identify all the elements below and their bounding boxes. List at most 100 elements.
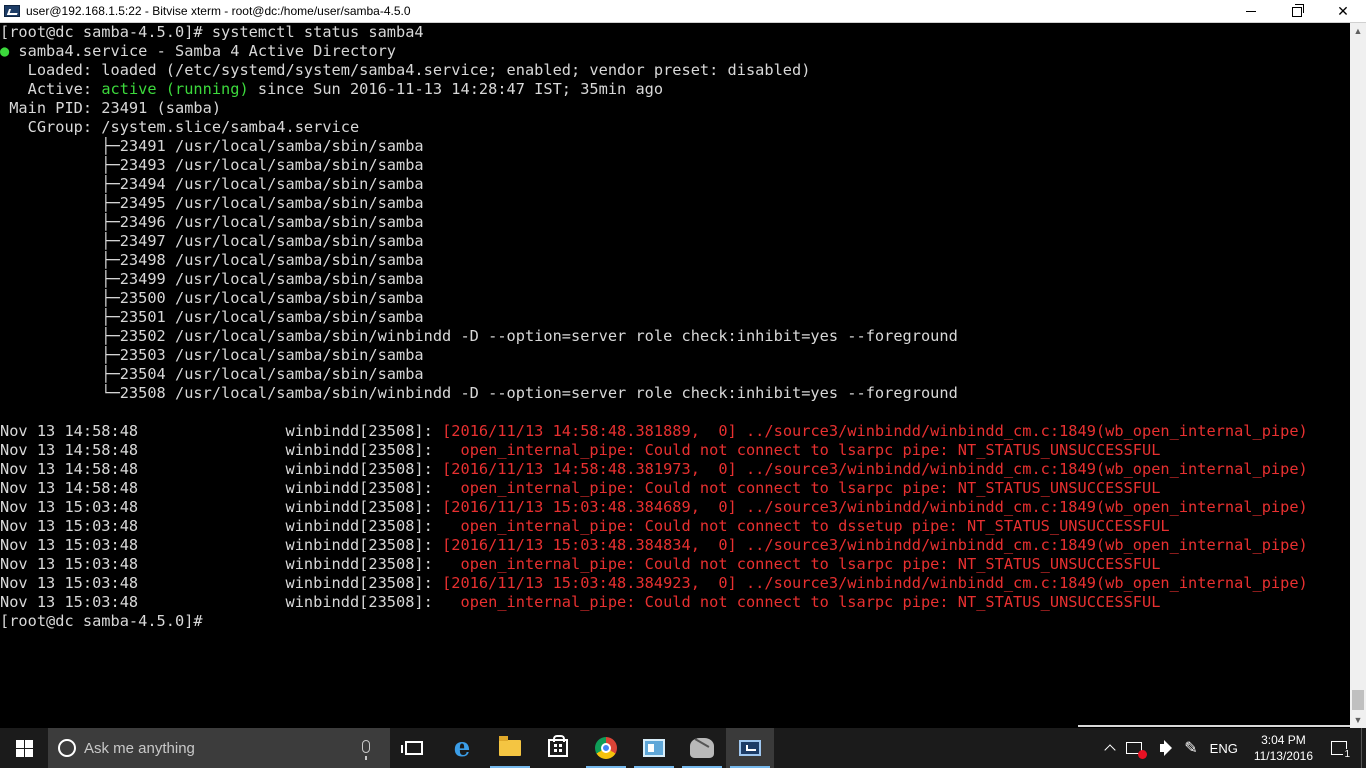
clock-time: 3:04 PM <box>1261 733 1306 747</box>
mainpid-line: Main PID: 23491 (samba) <box>0 99 222 117</box>
log-line: Nov 13 14:58:48 winbindd[23508]: [2016/1… <box>0 422 1350 441</box>
process-line: ├─23500 /usr/local/samba/sbin/samba <box>0 289 424 307</box>
scroll-up-icon[interactable]: ▲ <box>1350 23 1366 39</box>
restore-icon <box>1292 3 1304 17</box>
show-hidden-icons-button[interactable] <box>1100 728 1120 768</box>
volume-button[interactable] <box>1148 728 1178 768</box>
active-since: since Sun 2016-11-13 14:28:47 IST; 35min… <box>248 80 664 98</box>
file-explorer-button[interactable] <box>486 728 534 768</box>
vertical-scrollbar[interactable]: ▲ ▼ <box>1350 23 1366 728</box>
pen-workspace-button[interactable]: ✎ <box>1178 728 1203 768</box>
cortana-icon <box>58 739 76 757</box>
loaded-line: Loaded: loaded (/etc/systemd/system/samb… <box>0 61 811 79</box>
log-line: Nov 13 14:58:48 winbindd[23508]: [2016/1… <box>0 460 1350 479</box>
process-line: ├─23498 /usr/local/samba/sbin/samba <box>0 251 424 269</box>
close-button[interactable]: ✕ <box>1320 0 1366 23</box>
action-center-button[interactable]: 1 <box>1323 728 1361 768</box>
active-label: Active: <box>0 80 102 98</box>
show-desktop-button[interactable] <box>1361 728 1366 768</box>
task-view-icon <box>401 741 423 755</box>
process-line: ├─23499 /usr/local/samba/sbin/samba <box>0 270 424 288</box>
final-prompt[interactable]: [root@dc samba-4.5.0]# <box>0 612 1350 631</box>
microphone-icon[interactable] <box>362 740 370 760</box>
window-title: user@192.168.1.5:22 - Bitvise xterm - ro… <box>26 4 411 18</box>
command-line: [root@dc samba-4.5.0]# systemctl status … <box>0 23 424 41</box>
process-line: ├─23495 /usr/local/samba/sbin/samba <box>0 194 424 212</box>
log-prefix: Nov 13 15:03:48 winbindd[23508]: <box>0 574 443 592</box>
scroll-thumb[interactable] <box>1352 690 1364 710</box>
edge-button[interactable]: e <box>438 728 486 768</box>
maximize-button[interactable] <box>1274 0 1320 23</box>
log-prefix: Nov 13 15:03:48 winbindd[23508]: <box>0 536 443 554</box>
process-line: ├─23493 /usr/local/samba/sbin/samba <box>0 156 424 174</box>
scroll-down-icon[interactable]: ▼ <box>1350 712 1366 728</box>
process-line: └─23508 /usr/local/samba/sbin/winbindd -… <box>0 384 958 402</box>
file-explorer-icon <box>499 736 521 756</box>
log-line: Nov 13 15:03:48 winbindd[23508]: [2016/1… <box>0 574 1350 593</box>
process-line: ├─23491 /usr/local/samba/sbin/samba <box>0 137 424 155</box>
app-icon <box>690 738 714 758</box>
notification-count: 1 <box>1343 749 1351 760</box>
notification-icon: 1 <box>1331 741 1351 760</box>
log-line: Nov 13 15:03:48 winbindd[23508]: [2016/1… <box>0 536 1350 555</box>
log-message: open_internal_pipe: Could not connect to… <box>442 479 1161 497</box>
active-line: Active: active (running) since Sun 2016-… <box>0 80 1350 99</box>
log-message: open_internal_pipe: Could not connect to… <box>442 593 1161 611</box>
taskbar: Ask me anything e ✎ ENG 3:04 PM 11/13/20… <box>0 728 1366 768</box>
process-line: ├─23497 /usr/local/samba/sbin/samba <box>0 232 424 250</box>
horizontal-scrollbar[interactable] <box>1078 725 1350 727</box>
log-line: Nov 13 15:03:48 winbindd[23508]: [2016/1… <box>0 498 1350 517</box>
active-status: active (running) <box>101 80 249 98</box>
chrome-button[interactable] <box>582 728 630 768</box>
network-button[interactable] <box>1120 728 1148 768</box>
bitvise-app-icon[interactable] <box>4 5 20 17</box>
log-prefix: Nov 13 14:58:48 winbindd[23508]: <box>0 460 443 478</box>
log-line: Nov 13 15:03:48 winbindd[23508]: open_in… <box>0 517 1350 536</box>
process-line: ├─23503 /usr/local/samba/sbin/samba <box>0 346 424 364</box>
service-title: samba4.service - Samba 4 Active Director… <box>9 42 397 60</box>
language-indicator[interactable]: ENG <box>1204 728 1244 768</box>
store-icon <box>548 735 568 757</box>
search-placeholder: Ask me anything <box>84 739 195 757</box>
log-prefix: Nov 13 15:03:48 winbindd[23508]: <box>0 517 443 535</box>
taskbar-app-button[interactable] <box>678 728 726 768</box>
log-line: Nov 13 14:58:48 winbindd[23508]: open_in… <box>0 479 1350 498</box>
minimize-button[interactable] <box>1228 0 1274 23</box>
app-icon <box>643 739 665 757</box>
log-message: [2016/11/13 14:58:48.381889, 0] ../sourc… <box>442 422 1308 440</box>
edge-icon: e <box>453 733 471 763</box>
cgroup-line: CGroup: /system.slice/samba4.service <box>0 118 360 136</box>
clock[interactable]: 3:04 PM 11/13/2016 <box>1244 732 1323 764</box>
status-dot-icon: ● <box>0 42 10 60</box>
log-prefix: Nov 13 15:03:48 winbindd[23508]: <box>0 498 443 516</box>
chevron-up-icon <box>1104 744 1116 756</box>
process-line: ├─23501 /usr/local/samba/sbin/samba <box>0 308 424 326</box>
volume-icon <box>1160 740 1173 756</box>
log-message: [2016/11/13 15:03:48.384689, 0] ../sourc… <box>442 498 1308 516</box>
log-line: Nov 13 15:03:48 winbindd[23508]: open_in… <box>0 555 1350 574</box>
log-line: Nov 13 15:03:48 winbindd[23508]: open_in… <box>0 593 1350 612</box>
log-message: open_internal_pipe: Could not connect to… <box>442 555 1161 573</box>
bitvise-xterm-button[interactable] <box>726 728 774 768</box>
service-line: ● samba4.service - Samba 4 Active Direct… <box>0 42 1350 61</box>
windows-logo-icon <box>15 739 33 757</box>
task-view-button[interactable] <box>390 728 438 768</box>
minimize-icon <box>1246 11 1256 12</box>
terminal-output[interactable]: [root@dc samba-4.5.0]# systemctl status … <box>0 23 1350 728</box>
log-prefix: Nov 13 14:58:48 winbindd[23508]: <box>0 441 443 459</box>
log-message: [2016/11/13 15:03:48.384834, 0] ../sourc… <box>442 536 1308 554</box>
pen-icon: ✎ <box>1184 740 1198 757</box>
system-tray: ✎ ENG 3:04 PM 11/13/2016 1 <box>1100 728 1366 768</box>
store-button[interactable] <box>534 728 582 768</box>
start-button[interactable] <box>0 728 48 768</box>
log-message: open_internal_pipe: Could not connect to… <box>442 441 1161 459</box>
taskbar-app-button[interactable] <box>630 728 678 768</box>
cortana-search-box[interactable]: Ask me anything <box>48 728 390 768</box>
log-prefix: Nov 13 15:03:48 winbindd[23508]: <box>0 593 443 611</box>
log-message: [2016/11/13 15:03:48.384923, 0] ../sourc… <box>442 574 1308 592</box>
log-prefix: Nov 13 14:58:48 winbindd[23508]: <box>0 479 443 497</box>
process-line: ├─23502 /usr/local/samba/sbin/winbindd -… <box>0 327 958 345</box>
log-message: [2016/11/13 14:58:48.381973, 0] ../sourc… <box>442 460 1308 478</box>
log-prefix: Nov 13 15:03:48 winbindd[23508]: <box>0 555 443 573</box>
window-titlebar[interactable]: user@192.168.1.5:22 - Bitvise xterm - ro… <box>0 0 1366 23</box>
